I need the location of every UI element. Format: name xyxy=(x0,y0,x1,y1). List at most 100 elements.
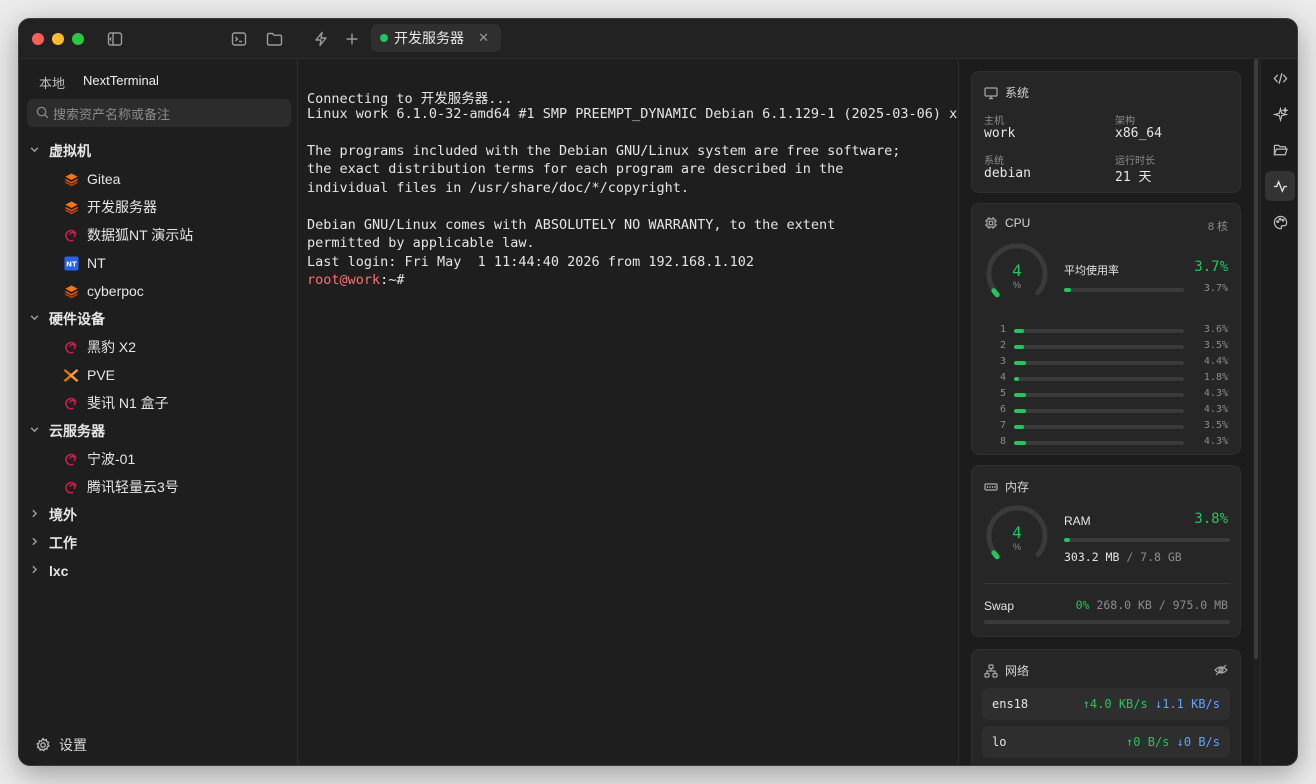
theme-button[interactable] xyxy=(1265,207,1295,237)
debian-icon xyxy=(63,395,79,411)
cpu-core-number: 1 xyxy=(999,324,1006,335)
group-header[interactable]: 虚拟机 xyxy=(27,137,91,165)
chevron-right-icon xyxy=(27,564,41,578)
code-icon xyxy=(1273,72,1287,84)
cpu-core-bar xyxy=(1014,409,1184,413)
debian-icon xyxy=(63,451,79,467)
asset-item-label: 腾讯轻量云3号 xyxy=(87,479,179,495)
search-icon xyxy=(36,106,49,119)
uptime-value: 21 天 xyxy=(1115,170,1152,185)
asset-item[interactable]: PVE xyxy=(63,361,115,389)
asset-item-label: 开发服务器 xyxy=(87,199,157,215)
asset-item[interactable]: 数据狐NT 演示站 xyxy=(63,221,193,249)
close-window-button[interactable] xyxy=(32,33,44,45)
stack-icon xyxy=(63,199,79,215)
title-bar: 开发服务器 ✕ xyxy=(19,19,1297,59)
cpu-gauge-value: 4 xyxy=(1012,261,1022,280)
memory-title: 内存 xyxy=(1005,480,1030,494)
os-label: 系统 xyxy=(984,156,1004,167)
tab-dev-server[interactable]: 开发服务器 ✕ xyxy=(371,24,501,52)
network-card: 网络 ens18 ↑4.0 KB/s ↓1.1 KB/s lo ↑0 B/s ↓0 B… xyxy=(971,649,1241,765)
settings-button[interactable]: 设置 xyxy=(35,735,87,755)
debian-icon xyxy=(63,227,79,243)
interface-speeds: ↑0 B/s ↓0 B/s xyxy=(1126,735,1220,749)
code-snippets-button[interactable] xyxy=(1265,63,1295,93)
network-interface-row: ens18 ↑4.0 KB/s ↓1.1 KB/s xyxy=(982,688,1230,720)
group-label: 硬件设备 xyxy=(49,311,105,327)
new-tab-icon[interactable] xyxy=(343,30,361,48)
group-header[interactable]: 云服务器 xyxy=(27,417,105,445)
group-header[interactable]: lxc xyxy=(27,557,68,585)
cpu-core-bar xyxy=(1014,361,1184,365)
swap-total: / 975.0 MB xyxy=(1158,598,1228,612)
tab-local[interactable]: 本地 xyxy=(39,73,65,92)
cpu-core-percent: 4.3% xyxy=(1203,388,1228,399)
os-value: debian xyxy=(984,166,1031,181)
asset-item-label: 黑豹 X2 xyxy=(87,339,137,355)
terminal-line: individual files in /usr/share/doc/*/cop… xyxy=(307,179,690,196)
debian-icon xyxy=(63,479,79,495)
tab-nextterminal[interactable]: NextTerminal xyxy=(83,73,159,88)
cpu-card: CPU 8 核 4 % 平均使用率 3.7% 3.7% 1 3.6% 2 3.5% 3 4… xyxy=(971,203,1241,455)
memory-card: 内存 4 % RAM 3.8% 303.2 MB / 7.8 GB Swap 0… xyxy=(971,465,1241,637)
asset-sidebar: 本地 NextTerminal 搜索资产名称或备注 虚拟机 Gitea 开发服务器数… xyxy=(19,59,298,765)
network-icon xyxy=(984,663,998,678)
cpu-core-percent: 3.5% xyxy=(1203,420,1228,431)
asset-item[interactable]: Gitea xyxy=(63,165,120,193)
group-header[interactable]: 境外 xyxy=(27,501,77,529)
ram-bar xyxy=(1064,538,1230,542)
cpu-core-number: 7 xyxy=(999,420,1006,431)
system-title: 系统 xyxy=(1005,86,1030,100)
group-label: 境外 xyxy=(49,507,77,523)
group-label: 工作 xyxy=(49,535,77,551)
cpu-core-number: 4 xyxy=(999,372,1006,383)
stats-scrollbar[interactable] xyxy=(1254,59,1258,659)
asset-item-label: 宁波-01 xyxy=(87,451,136,467)
cpu-core-percent: 4.3% xyxy=(1203,436,1228,447)
cpu-core-number: 3 xyxy=(999,356,1006,367)
tab-label: 开发服务器 xyxy=(394,30,464,46)
asset-item[interactable]: 开发服务器 xyxy=(63,193,157,221)
chevron-down-icon xyxy=(27,144,41,158)
asset-item[interactable]: cyberpoc xyxy=(63,277,144,305)
asset-item[interactable]: 斐讯 N1 盒子 xyxy=(63,389,169,417)
terminal-output[interactable]: Connecting to 开发服务器... Linux work 6.1.0-3… xyxy=(299,59,998,765)
group-header[interactable]: 工作 xyxy=(27,529,77,557)
asset-item[interactable]: 宁波-01 xyxy=(63,445,135,473)
host-value: work xyxy=(984,126,1016,141)
tab-close-icon[interactable]: ✕ xyxy=(478,30,489,46)
swap-label: Swap xyxy=(984,599,1015,613)
asset-item[interactable]: 腾讯轻量云3号 xyxy=(63,473,179,501)
terminal-icon[interactable] xyxy=(230,30,248,48)
minimize-window-button[interactable] xyxy=(52,33,64,45)
asset-item-label: NT xyxy=(87,255,106,271)
arch-value: x86_64 xyxy=(1115,126,1162,141)
asset-item[interactable]: 黑豹 X2 xyxy=(63,333,136,361)
lightning-icon[interactable] xyxy=(312,30,330,48)
memory-divider xyxy=(984,583,1230,584)
ai-assistant-button[interactable] xyxy=(1265,99,1295,129)
cpu-core-bar xyxy=(1014,441,1184,445)
file-manager-button[interactable] xyxy=(1265,135,1295,165)
activity-icon xyxy=(1273,179,1287,193)
system-monitor-button[interactable] xyxy=(1265,171,1295,201)
cpu-core-percent: 3.6% xyxy=(1203,324,1228,335)
asset-item[interactable]: NT NT xyxy=(63,249,106,277)
group-header[interactable]: 硬件设备 xyxy=(27,305,105,333)
ram-used-value: 303.2 MB xyxy=(1064,550,1120,564)
maximize-window-button[interactable] xyxy=(72,33,84,45)
terminal-line: Last login: Fri May 1 11:44:40 2026 from… xyxy=(307,253,755,270)
eye-off-icon[interactable] xyxy=(1214,663,1228,677)
terminal-line: the exact distribution terms for each pr… xyxy=(307,161,844,177)
search-input[interactable]: 搜索资产名称或备注 xyxy=(27,99,291,127)
uptime-label: 运行时长 xyxy=(1115,156,1155,167)
asset-item-label: 数据狐NT 演示站 xyxy=(87,227,194,243)
memory-icon xyxy=(984,482,998,491)
sidebar-toggle-icon[interactable] xyxy=(106,30,124,48)
download-speed: ↓1.1 KB/s xyxy=(1154,697,1220,711)
cpu-core-percent: 4.3% xyxy=(1203,404,1228,415)
cpu-core-number: 6 xyxy=(999,404,1006,415)
memory-gauge-value: 4 xyxy=(1012,523,1022,542)
cpu-core-number: 8 xyxy=(999,436,1006,447)
folder-icon[interactable] xyxy=(265,30,283,48)
